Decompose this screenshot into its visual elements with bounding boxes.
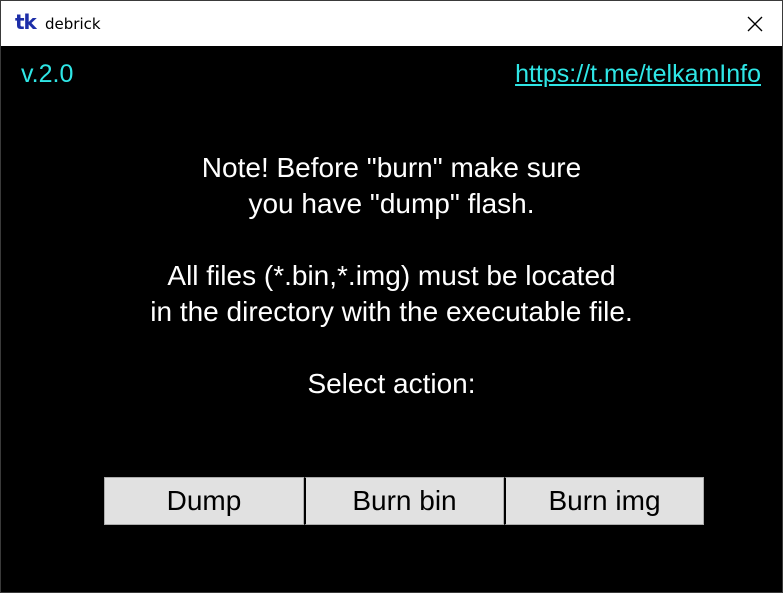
note-line-4: in the directory with the executable fil…: [150, 296, 633, 327]
action-buttons: Dump Burn bin Burn img: [104, 477, 704, 525]
title-bar[interactable]: tk debrick: [1, 1, 782, 46]
main-panel: v.2.0 https://t.me/telkamInfo Note! Befo…: [1, 46, 782, 592]
app-logo-icon: tk: [15, 10, 37, 34]
burn-img-button[interactable]: Burn img: [504, 477, 704, 525]
dump-button[interactable]: Dump: [104, 477, 304, 525]
burn-bin-button[interactable]: Burn bin: [304, 477, 504, 525]
close-button[interactable]: [728, 1, 782, 46]
select-action-label: Select action:: [307, 368, 476, 399]
close-icon: [747, 16, 763, 31]
debrick-window: tk debrick v.2.0 https://t.me/telkamInfo…: [0, 0, 783, 593]
version-label: v.2.0: [21, 60, 74, 88]
telegram-link[interactable]: https://t.me/telkamInfo: [515, 59, 761, 89]
note-line-3: All files (*.bin,*.img) must be located: [167, 260, 616, 291]
note-line-2: you have "dump" flash.: [248, 188, 535, 219]
window-title: debrick: [45, 15, 101, 33]
note-line-1: Note! Before "burn" make sure: [201, 152, 582, 183]
